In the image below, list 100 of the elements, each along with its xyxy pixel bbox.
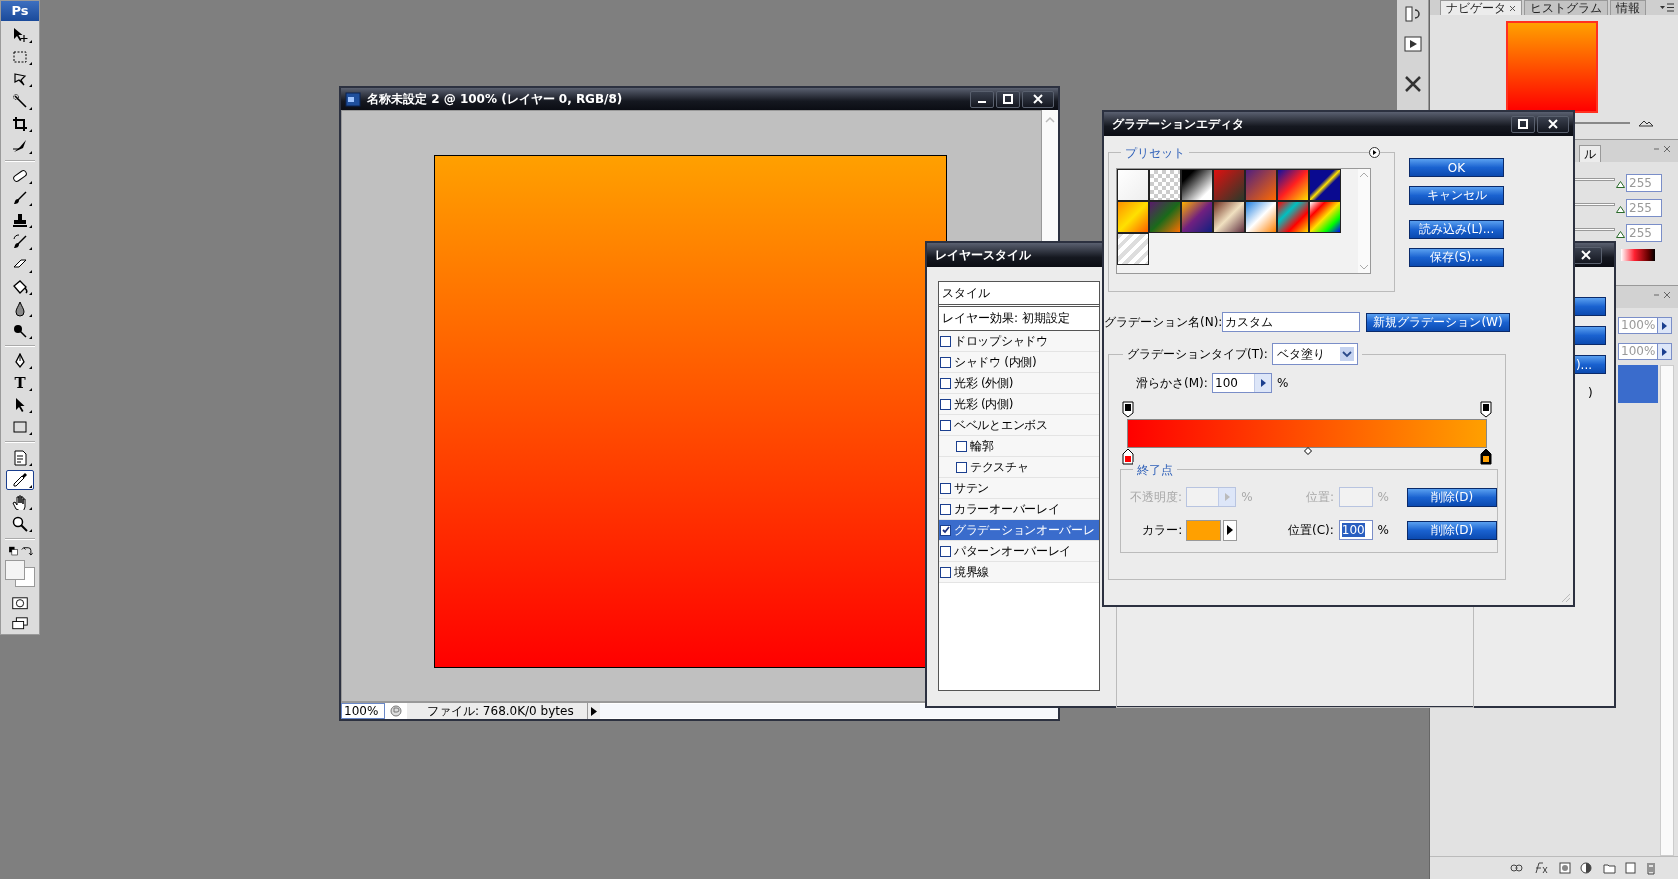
gradient-swatch[interactable] [1277,169,1309,201]
list-item[interactable]: 光彩 (外側) [939,373,1099,394]
name-field[interactable]: カスタム [1222,312,1360,332]
opacity-stop[interactable] [1122,401,1134,418]
dialog-button[interactable]: OK [1409,158,1504,177]
flyout-icon [29,506,32,510]
gradient-swatch[interactable] [1213,169,1245,201]
close-button[interactable] [1022,90,1054,108]
list-item[interactable]: ベベルとエンボス [939,415,1099,436]
dialog-button[interactable]: 保存(S)... [1409,248,1504,267]
status-icon[interactable] [389,704,403,718]
minimize-button[interactable] [970,90,994,108]
flyout-icon [29,180,32,184]
opacity-stop[interactable] [1480,401,1492,418]
checkbox[interactable] [956,461,967,473]
list-item[interactable]: サテン [939,478,1099,499]
dropdown-arrow-button[interactable] [1658,343,1672,360]
list-header[interactable]: スタイル [939,282,1099,307]
list-item[interactable]: 光彩 (内側) [939,394,1099,415]
gradient-swatch[interactable] [1245,169,1277,201]
scrollbar[interactable] [1660,365,1674,856]
list-item[interactable]: 輪郭 [939,436,1099,457]
list-item[interactable]: カラーオーバーレイ [939,499,1099,520]
gradient-swatch[interactable] [1277,201,1309,233]
color-stop[interactable] [1480,448,1492,465]
checkbox[interactable] [940,503,951,515]
checkbox[interactable] [956,440,967,452]
gradient-swatch[interactable] [1309,201,1341,233]
color-swatches[interactable] [5,559,35,587]
quick-mask-icon[interactable] [10,595,30,611]
maximize-button[interactable] [1511,115,1535,133]
caret-icon[interactable] [1260,379,1266,387]
gradient-swatch[interactable] [1309,169,1341,201]
history-icon[interactable] [1402,4,1423,24]
dialog-button[interactable]: キャンセル [1409,186,1504,205]
flyout-icon [29,150,32,154]
color-swatch[interactable] [1186,519,1221,541]
flyout-icon [29,529,32,533]
position-field[interactable] [1338,487,1373,507]
panel-menu-icon[interactable] [1660,3,1674,12]
gradient-swatch[interactable] [1117,233,1149,265]
color-stop[interactable] [1122,448,1134,465]
slider-thumb[interactable] [1616,231,1625,238]
list-item[interactable]: ドロップシャドウ [939,331,1099,352]
checkbox[interactable] [940,419,951,431]
panel-tab[interactable]: 情報 [1610,0,1646,15]
panel-tab[interactable]: ナビゲータ [1440,0,1522,15]
checkbox[interactable] [940,398,951,410]
checkbox[interactable] [940,566,951,578]
position-field[interactable]: 100 [1338,520,1373,540]
checkbox[interactable] [940,524,951,536]
gradient-swatch[interactable] [1181,201,1213,233]
color-ramp[interactable] [1621,249,1655,261]
smoothness-field[interactable]: 100 [1212,373,1272,393]
zoom-field[interactable]: 100% [341,703,385,719]
type-dropdown[interactable]: ベタ塗り [1271,343,1358,365]
close-icon[interactable] [1509,4,1516,12]
mountain-icon[interactable] [1638,119,1654,127]
checkbox[interactable] [940,335,951,347]
gradient-swatch[interactable] [1117,201,1149,233]
tool-button[interactable]: T [6,373,34,394]
list-item[interactable]: シャドウ (内側) [939,352,1099,373]
gradient-swatch[interactable] [1149,201,1181,233]
play-icon[interactable] [1402,34,1423,54]
list-item[interactable]: パターンオーバーレイ [939,541,1099,562]
navigator-thumbnail[interactable] [1506,21,1598,113]
gradient-swatch[interactable] [1149,169,1181,201]
tools-icon[interactable] [1402,74,1423,94]
slider-thumb[interactable] [1616,206,1625,213]
list-item[interactable]: 境界線 [939,562,1099,583]
layer-action-icons[interactable] [1508,861,1658,875]
menu-arrow-icon[interactable] [1369,147,1380,158]
checkbox[interactable] [940,377,951,389]
gradient-swatch[interactable] [1181,169,1213,201]
status-menu-button[interactable] [587,703,600,719]
color-menu-button[interactable] [1222,519,1237,541]
maximize-button[interactable] [996,90,1020,108]
field-label: グラデーション名(N): [1104,313,1222,331]
panel-tab[interactable]: ヒストグラム [1524,0,1608,15]
close-button[interactable] [1537,115,1569,133]
app-logo[interactable]: Ps [1,1,39,21]
list-item[interactable]: グラデーションオーバーレ [939,520,1099,541]
scrollbar[interactable] [600,704,1058,718]
gradient-swatch[interactable] [1245,201,1277,233]
panel-tab[interactable]: ル [1579,145,1601,162]
slider-thumb[interactable] [1616,181,1625,188]
list-item[interactable]: テクスチャ [939,457,1099,478]
tool-button[interactable] [6,469,34,490]
checkbox[interactable] [940,545,951,557]
delete-button[interactable]: 削除(D) [1407,520,1497,540]
new-gradient-button[interactable]: 新規グラデーション(W) [1366,312,1510,332]
checkbox[interactable] [940,356,951,368]
screen-mode-icon[interactable] [10,616,30,631]
resize-grip-icon[interactable] [1559,591,1571,603]
checkbox[interactable] [940,482,951,494]
dialog-button[interactable]: 読み込み(L)... [1409,220,1504,239]
gradient-swatch[interactable] [1213,201,1245,233]
dropdown-arrow-button[interactable] [1658,317,1672,334]
flyout-icon [29,335,32,339]
gradient-swatch[interactable] [1117,169,1149,201]
